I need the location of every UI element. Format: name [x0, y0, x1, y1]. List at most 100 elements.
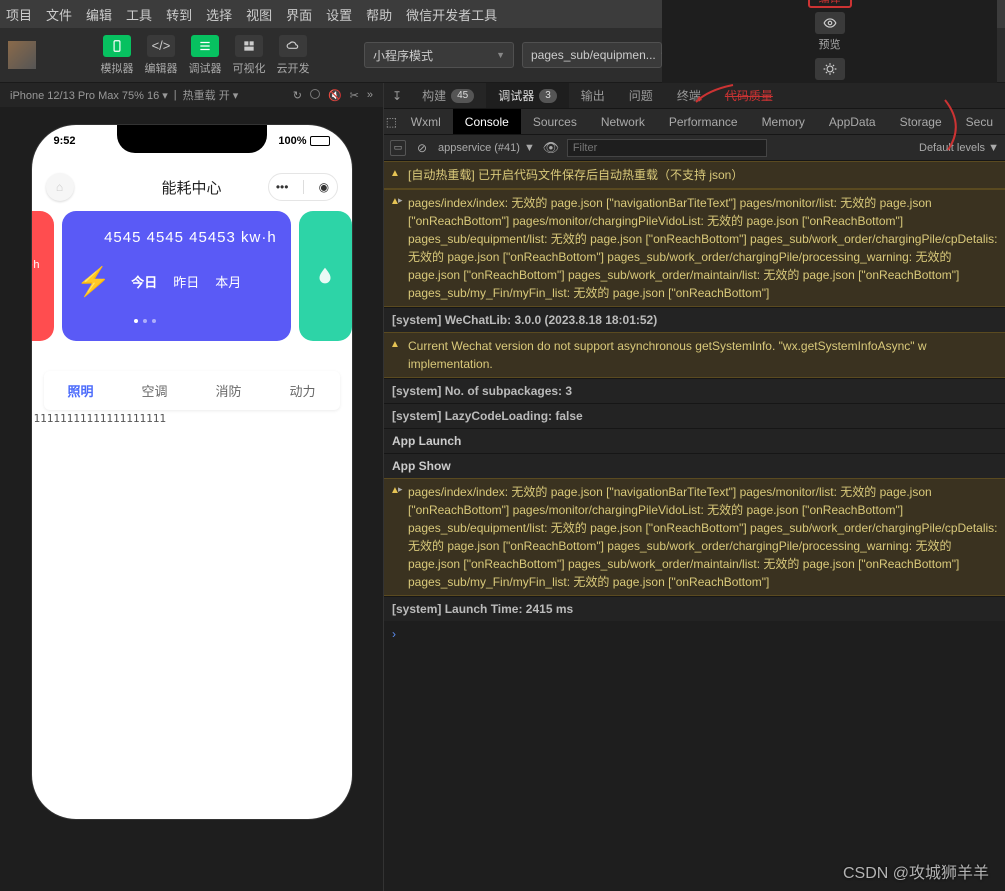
page-dropdown[interactable]: pages_sub/equipmen...▼: [522, 42, 662, 68]
debugger-button[interactable]: 调试器: [184, 33, 226, 78]
tab-code-quality[interactable]: 代码质量: [713, 83, 785, 108]
cloud-button[interactable]: 云开发: [272, 33, 314, 78]
console-warning: ▸pages/index/index: 无效的 page.json ["navi…: [384, 189, 1005, 307]
log-level-selector[interactable]: Default levels ▼: [919, 142, 999, 154]
editor-button[interactable]: </>编辑器: [140, 33, 182, 78]
bottom-tabstrip: ↧ 构建45 调试器3 输出 问题 终端 代码质量: [384, 83, 1005, 109]
devtab-security[interactable]: Secu: [954, 109, 1005, 134]
context-selector[interactable]: appservice (#41) ▼: [438, 142, 535, 154]
prev-card[interactable]: kw·h›: [32, 211, 55, 341]
devtab-storage[interactable]: Storage: [888, 109, 954, 134]
hot-reload-toggle[interactable]: 热重载 开 ▾: [183, 87, 239, 103]
inspect-icon[interactable]: ⬚: [384, 109, 399, 134]
battery-icon: 100%: [278, 135, 329, 147]
more-icon[interactable]: »: [367, 89, 373, 102]
menu-settings[interactable]: 设置: [326, 5, 352, 24]
energy-card[interactable]: 4545 4545 45453 kw·h ⚡ 今日 昨日 本月: [62, 211, 290, 341]
menu-select[interactable]: 选择: [206, 5, 232, 24]
console-system: [system] No. of subpackages: 3: [384, 378, 1005, 403]
simulator-button[interactable]: 模拟器: [96, 33, 138, 78]
main-split: iPhone 12/13 Pro Max 75% 16 ▾ | 热重载 开 ▾ …: [0, 83, 1005, 891]
main-toolbar: 模拟器 </>编辑器 调试器 可视化 云开发 小程序模式▼ pages_sub/…: [0, 28, 1005, 83]
devtab-sources[interactable]: Sources: [521, 109, 589, 134]
devtab-network[interactable]: Network: [589, 109, 657, 134]
console-system: [system] WeChatLib: 3.0.0 (2023.8.18 18:…: [384, 307, 1005, 332]
rotate-icon[interactable]: ↻: [293, 89, 302, 102]
devtab-appdata[interactable]: AppData: [817, 109, 888, 134]
tab-power[interactable]: 动力: [266, 371, 340, 410]
clear-console-icon[interactable]: ⊘: [414, 140, 430, 156]
filter-input[interactable]: [567, 139, 767, 157]
console-toolbar: ▭ ⊘ appservice (#41) ▼ 👁 Default levels …: [384, 135, 1005, 161]
menu-tools[interactable]: 工具: [126, 5, 152, 24]
collapse-icon[interactable]: ↧: [384, 83, 410, 108]
devtab-performance[interactable]: Performance: [657, 109, 750, 134]
mute-icon[interactable]: 🔇: [328, 89, 342, 102]
tab-terminal[interactable]: 终端: [665, 83, 713, 108]
menu-project[interactable]: 项目: [6, 5, 32, 24]
pager-dots: [134, 319, 276, 323]
more-icon: •••: [276, 180, 289, 194]
next-card[interactable]: [299, 211, 352, 341]
toolbar-center: 小程序模式▼ pages_sub/equipmen...▼: [364, 42, 662, 68]
tab-month[interactable]: 本月: [215, 272, 241, 291]
device-selector[interactable]: iPhone 12/13 Pro Max 75% 16 ▾: [10, 89, 168, 102]
capsule-button[interactable]: ••• ◉: [268, 173, 338, 201]
tab-fire[interactable]: 消防: [192, 371, 266, 410]
menu-file[interactable]: 文件: [46, 5, 72, 24]
console-prompt[interactable]: [384, 621, 1005, 647]
tab-problems[interactable]: 问题: [617, 83, 665, 108]
mode-dropdown[interactable]: 小程序模式▼: [364, 42, 514, 68]
console-warning: Current Wechat version do not support as…: [384, 332, 1005, 378]
tab-lighting[interactable]: 照明: [44, 371, 118, 410]
console-output[interactable]: [自动热重载] 已开启代码文件保存后自动热重载（不支持 json） ▸pages…: [384, 161, 1005, 891]
visual-button[interactable]: 可视化: [228, 33, 270, 78]
menu-goto[interactable]: 转到: [166, 5, 192, 24]
devtab-console[interactable]: Console: [453, 109, 521, 134]
preview-button[interactable]: 预览: [808, 10, 852, 54]
console-log: App Launch: [384, 428, 1005, 453]
devtab-memory[interactable]: Memory: [750, 109, 817, 134]
menu-help[interactable]: 帮助: [366, 5, 392, 24]
tab-output[interactable]: 输出: [569, 83, 617, 108]
clock: 9:52: [54, 135, 76, 147]
compile-button[interactable]: 编译: [808, 0, 852, 8]
watermark: CSDN @攻城狮羊羊: [843, 859, 989, 883]
console-log: App Show: [384, 453, 1005, 478]
menu-view[interactable]: 视图: [246, 5, 272, 24]
avatar[interactable]: [8, 41, 36, 69]
devtab-wxml[interactable]: Wxml: [399, 109, 453, 134]
tab-debugger[interactable]: 调试器3: [486, 83, 569, 108]
devtools-tabs: ⬚ Wxml Console Sources Network Performan…: [384, 109, 1005, 135]
simulator-panel: iPhone 12/13 Pro Max 75% 16 ▾ | 热重载 开 ▾ …: [0, 83, 384, 891]
menu-ui[interactable]: 界面: [286, 5, 312, 24]
home-icon[interactable]: ⌂: [46, 173, 74, 201]
simulator-viewport: 9:52 100% ⌂ 能耗中心 •••◉ kw·h› 4545 4545 45…: [0, 107, 383, 891]
period-tabs: 今日 昨日 本月: [131, 272, 241, 291]
tab-yesterday[interactable]: 昨日: [173, 272, 199, 291]
target-icon: ◉: [319, 180, 329, 194]
tab-ac[interactable]: 空调: [118, 371, 192, 410]
tab-today[interactable]: 今日: [131, 272, 157, 291]
category-tabs: 照明 空调 消防 动力: [44, 371, 340, 410]
placeholder-text: 11111111111111111111: [32, 410, 352, 425]
expand-icon[interactable]: ▸: [398, 194, 403, 208]
cut-icon[interactable]: ✂: [350, 89, 359, 102]
chevron-down-icon: ▼: [496, 50, 505, 60]
menu-wxdevtools[interactable]: 微信开发者工具: [406, 5, 497, 24]
expand-icon[interactable]: ▸: [398, 483, 403, 497]
tab-build[interactable]: 构建45: [410, 83, 486, 108]
eye-icon[interactable]: 👁: [543, 140, 559, 156]
phone-notch: [117, 125, 267, 153]
stats-carousel[interactable]: kw·h› 4545 4545 45453 kw·h ⚡ 今日 昨日 本月: [32, 211, 352, 341]
phone-navbar: ⌂ 能耗中心 •••◉: [32, 167, 352, 207]
bolt-icon: ⚡: [76, 265, 111, 298]
energy-value: 4545 4545 45453 kw·h: [76, 229, 276, 246]
console-warning: ▸pages/index/index: 无效的 page.json ["navi…: [384, 478, 1005, 596]
phone-content: kw·h› 4545 4545 45453 kw·h ⚡ 今日 昨日 本月: [32, 211, 352, 819]
toggle-sidebar-icon[interactable]: ▭: [390, 140, 406, 156]
console-warning: [自动热重载] 已开启代码文件保存后自动热重载（不支持 json）: [384, 161, 1005, 189]
menu-edit[interactable]: 编辑: [86, 5, 112, 24]
record-icon[interactable]: [310, 89, 320, 99]
simulator-statusbar: iPhone 12/13 Pro Max 75% 16 ▾ | 热重载 开 ▾ …: [0, 83, 383, 107]
